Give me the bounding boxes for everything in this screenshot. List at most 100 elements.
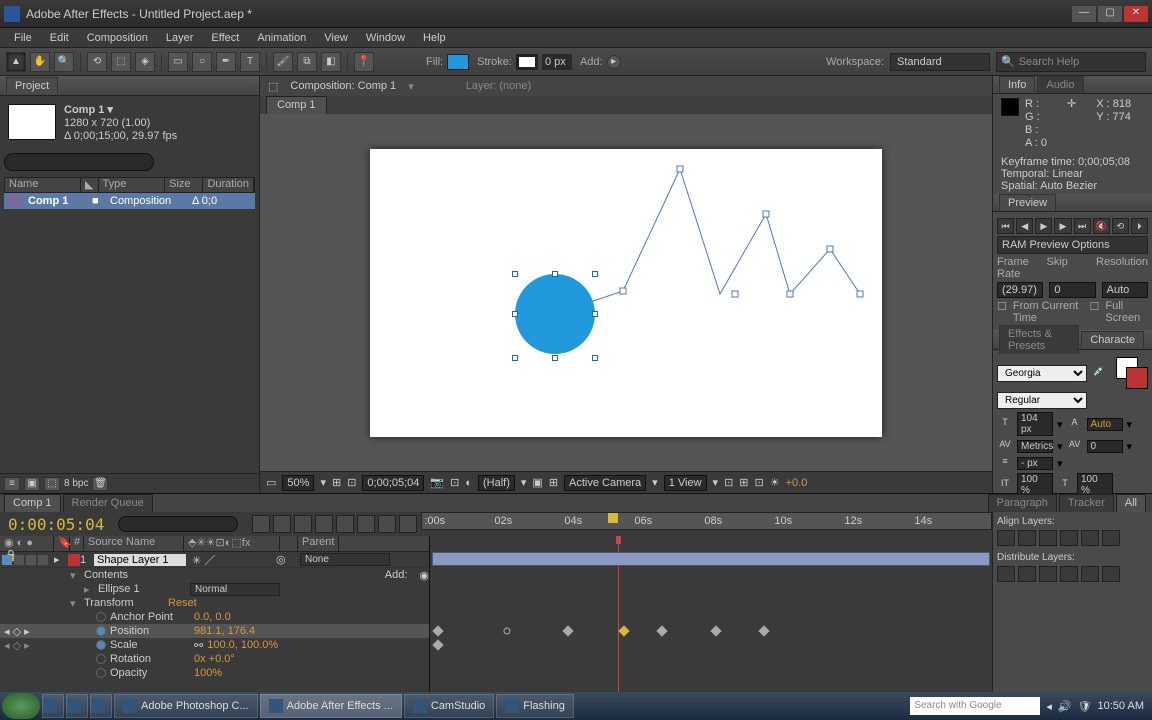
task-camstudio[interactable]: CamStudio [404,694,494,718]
selection-handle[interactable] [512,355,518,361]
opacity-value[interactable]: 100% [194,667,222,679]
anchor-value[interactable]: 0.0, 0.0 [194,611,231,623]
eyedropper-icon[interactable]: 💉 [1091,366,1107,380]
menu-layer[interactable]: Layer [158,30,202,46]
roving-keyframe[interactable] [502,626,512,636]
rotation-stopwatch[interactable] [96,654,106,664]
audio-tab[interactable]: Audio [1037,76,1083,93]
tl-tool-1[interactable] [252,515,270,533]
tray-icon[interactable]: ◂ [1046,700,1052,713]
position-stopwatch[interactable] [96,626,106,636]
dist-3[interactable] [1039,566,1057,582]
tl-tool-8[interactable] [399,515,417,533]
project-item-comp1[interactable]: Comp 1 ■ Composition Δ 0;0 [4,193,255,209]
loop-button[interactable]: ⟲ [1112,218,1129,234]
selection-handle[interactable] [592,355,598,361]
workspace-select[interactable]: Standard [890,53,990,71]
stroke-width-input[interactable]: 0 px [542,54,572,70]
pan-behind-tool[interactable]: ◈ [135,52,155,72]
view-select[interactable]: 1 View [664,475,707,491]
position-property[interactable]: ◂ ◇ ▸ Position 981.1, 176.4 [0,624,429,638]
position-value[interactable]: 981.1, 176.4 [194,625,255,637]
selection-tool[interactable]: ▲ [6,52,26,72]
puppet-tool[interactable]: 📍 [354,52,374,72]
text-tool[interactable]: T [240,52,260,72]
selection-handle[interactable] [552,355,558,361]
skip-select[interactable]: 0 [1049,282,1095,298]
project-search-input[interactable] [4,153,154,171]
add-shape-button[interactable]: ▸ [607,55,621,69]
maximize-button[interactable]: ▢ [1098,6,1122,22]
stroke-color-char[interactable] [1126,367,1148,389]
rect-tool[interactable]: ▭ [168,52,188,72]
camera-select[interactable]: Active Camera [564,475,646,491]
full-screen-checkbox[interactable]: Full Screen [1105,300,1148,324]
camera-tool[interactable]: ⬚ [111,52,131,72]
timeline-tab-comp1[interactable]: Comp 1 [4,494,61,512]
layer-duration-bar[interactable] [432,552,990,566]
comp-thumbnail[interactable] [8,104,56,140]
task-flashing[interactable]: Flashing [496,694,574,718]
ram-preview-button[interactable]: ⏵ [1131,218,1148,234]
close-button[interactable]: ✕ [1124,6,1148,22]
menu-edit[interactable]: Edit [42,30,77,46]
character-tab[interactable]: Characte [1081,331,1144,348]
opacity-stopwatch[interactable] [96,668,106,678]
tl-tool-5[interactable] [336,515,354,533]
new-folder-button[interactable]: ▣ [24,477,40,491]
ellipse-tool[interactable]: ○ [192,52,212,72]
project-tab[interactable]: Project [6,77,58,94]
align-left[interactable] [997,530,1015,546]
tracking-input[interactable]: 0 [1087,440,1123,453]
selection-handle[interactable] [592,311,598,317]
dist-5[interactable] [1081,566,1099,582]
align-bottom[interactable] [1102,530,1120,546]
prev-frame-button[interactable]: ◀ [1016,218,1033,234]
composition-viewer[interactable] [260,114,992,471]
preview-time[interactable]: 0;00;05;04 [362,475,424,491]
new-comp-button[interactable]: ⬚ [44,477,60,491]
tray-icon[interactable]: 🛡 [1078,700,1092,713]
font-size-input[interactable]: 104 px [1017,412,1053,436]
layer-shape-layer-1[interactable]: ▸ 1 Shape Layer 1 ✳ ／ ◎ None [0,552,429,568]
pen-tool[interactable]: ✒ [216,52,236,72]
comp-dropdown[interactable]: Composition: Comp 1 [290,80,396,92]
timeline-tracks[interactable] [430,536,992,702]
fill-color-swatch[interactable] [447,54,469,70]
selection-handle[interactable] [592,271,598,277]
position-keyframe[interactable] [656,625,667,636]
interpret-footage-button[interactable]: ≡ [4,477,20,491]
tray-icon[interactable]: 🔊 [1058,700,1072,713]
comp-canvas[interactable] [370,149,882,437]
quick-launch-2[interactable] [66,694,88,718]
selection-handle[interactable] [552,271,558,277]
scale-value[interactable]: 100.0, 100.0% [207,639,278,651]
delete-button[interactable]: 🗑 [92,477,108,491]
anchor-stopwatch[interactable] [96,612,106,622]
ram-preview-select[interactable]: RAM Preview Options [997,236,1148,254]
position-keyframe[interactable] [710,625,721,636]
parent-select[interactable]: None [300,553,390,566]
minimize-button[interactable]: — [1072,6,1096,22]
time-ruler[interactable]: :00s 02s 04s 06s 08s 10s 12s 14s [421,512,992,530]
kerning-input[interactable]: Metrics [1017,440,1053,453]
leading-input[interactable]: Auto [1087,418,1123,431]
hand-tool[interactable]: ✋ [30,52,50,72]
info-tab[interactable]: Info [999,76,1035,93]
from-current-checkbox[interactable]: From Current Time [1013,300,1084,324]
mute-button[interactable]: 🔇 [1093,218,1110,234]
menu-effect[interactable]: Effect [203,30,247,46]
tl-tool-6[interactable] [357,515,375,533]
paragraph-tab[interactable]: Paragraph [988,494,1057,512]
google-search-input[interactable]: Search with Google [910,697,1040,715]
render-queue-tab[interactable]: Render Queue [63,494,153,512]
tracker-tab[interactable]: Tracker [1059,494,1114,512]
position-keyframe[interactable] [562,625,573,636]
tl-tool-4[interactable] [315,515,333,533]
scale-stopwatch[interactable] [96,640,106,650]
quick-launch-1[interactable] [42,694,64,718]
layer-dropdown[interactable]: Layer: (none) [466,80,531,92]
layer-name-input[interactable]: Shape Layer 1 [94,554,186,566]
next-frame-button[interactable]: ▶ [1054,218,1071,234]
menu-view[interactable]: View [316,30,356,46]
